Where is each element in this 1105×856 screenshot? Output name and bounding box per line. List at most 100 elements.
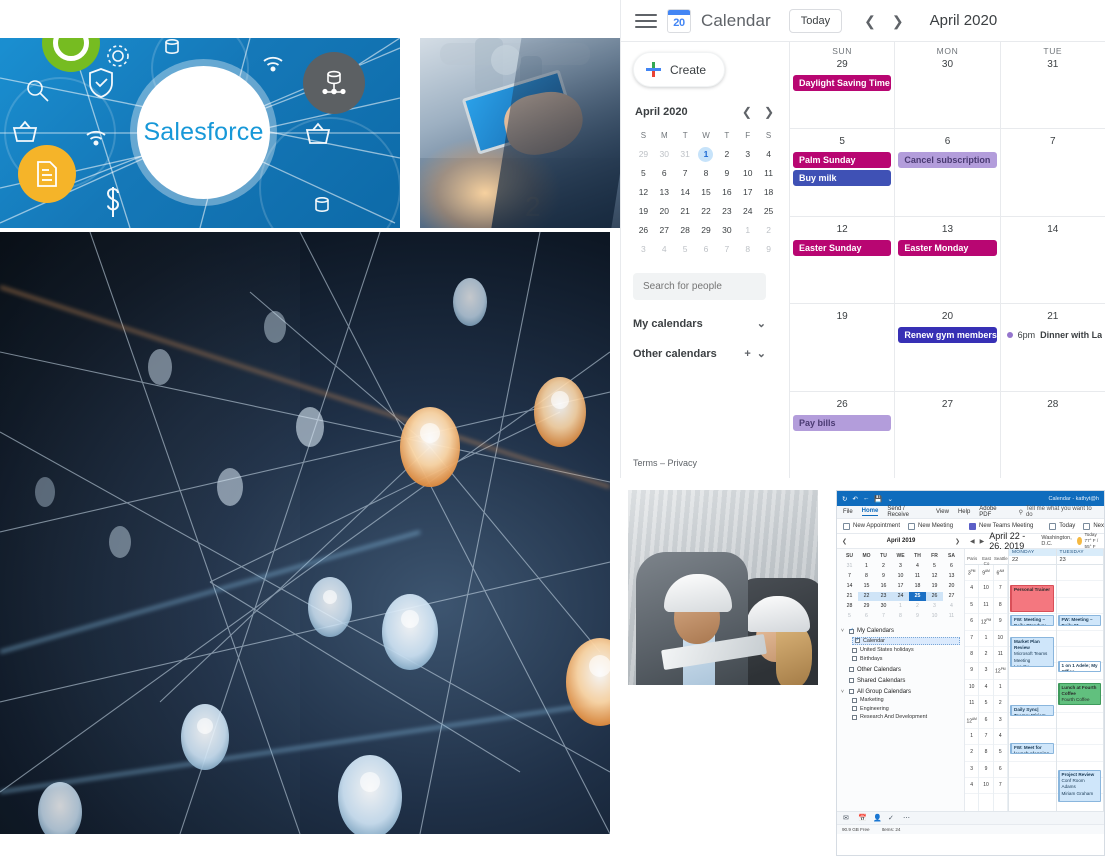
calendar-checkbox[interactable] [852, 697, 857, 703]
day-cell[interactable]: 26 Pay bills [790, 391, 896, 479]
prev-period-icon[interactable]: ◀ [970, 538, 975, 545]
calendar-event[interactable]: Easter Sunday [793, 239, 892, 256]
mini-cal-day[interactable]: 17 [737, 185, 758, 200]
time-slot[interactable] [1056, 745, 1103, 762]
day-column-header[interactable]: MONDAY 22 [1009, 549, 1057, 564]
mini-cal-day[interactable]: 11 [758, 166, 779, 181]
time-slot[interactable] [1056, 581, 1103, 598]
sync-icon[interactable]: ↻ [842, 495, 847, 503]
calendar-event[interactable]: Cancel subscription [898, 152, 997, 169]
outlook-mini-day[interactable]: 17 [892, 582, 909, 591]
calendar-checkbox[interactable] [855, 637, 860, 643]
outlook-mini-day[interactable]: 21 [841, 592, 858, 601]
time-slot[interactable] [1056, 729, 1103, 746]
time-slot[interactable] [1056, 598, 1103, 615]
day-number[interactable]: 20 [895, 311, 999, 322]
outlook-calendar-event[interactable]: Daily Sync| Teams; Miriam Graham [1010, 705, 1054, 716]
day-cell[interactable]: 7 [1001, 129, 1105, 215]
mini-cal-day[interactable]: 1 [698, 147, 714, 162]
mini-cal-day[interactable]: 14 [675, 185, 696, 200]
calendar-list-item[interactable]: Birthdays [852, 656, 960, 662]
calendar-event[interactable]: 6pm Dinner with Laura [1004, 327, 1102, 343]
outlook-mini-day[interactable]: 23 [875, 592, 892, 601]
ribbon-tab-home[interactable]: Home [861, 508, 879, 516]
previous-month-icon[interactable]: ❮ [858, 12, 882, 30]
outlook-calendar-event[interactable]: FW: Meeting – Daily Standup: Co [1010, 615, 1054, 626]
outlook-mini-day[interactable]: 22 [858, 592, 875, 601]
outlook-mini-day[interactable]: 20 [943, 582, 960, 591]
outlook-mini-day[interactable]: 1 [858, 562, 875, 571]
day-number[interactable]: 6 [895, 136, 999, 147]
chevron-down-icon[interactable]: ⌄ [754, 317, 769, 330]
mini-cal-day[interactable]: 2 [758, 223, 779, 238]
ribbon-button-new-teams-meeting[interactable]: New Teams Meeting [969, 522, 1033, 530]
day-cell[interactable]: 21 6pm Dinner with Laura [1001, 304, 1105, 390]
day-number[interactable]: 13 [895, 224, 999, 235]
mini-cal-day[interactable]: 6 [654, 166, 675, 181]
mini-cal-day[interactable]: 5 [675, 242, 696, 257]
mini-cal-day[interactable]: 8 [737, 242, 758, 257]
outlook-mini-day[interactable]: 29 [858, 602, 875, 611]
chevron-down-icon[interactable]: ˅ [841, 628, 846, 634]
calendar-event[interactable]: Daylight Saving Time start [793, 75, 892, 91]
mini-prev-month-icon[interactable]: ❮ [842, 538, 847, 545]
mini-cal-day[interactable]: 16 [716, 185, 737, 200]
day-number[interactable]: 19 [790, 311, 894, 322]
mini-cal-day[interactable]: 9 [758, 242, 779, 257]
day-cell[interactable]: SUN 29 Daylight Saving Time start [790, 42, 896, 129]
ribbon-tab-adobe-pdf[interactable]: Adobe PDF [979, 506, 1009, 518]
outlook-mini-day[interactable]: 18 [909, 582, 926, 591]
ribbon-button-next-7-days[interactable]: Next 7 Days [1083, 522, 1104, 530]
other-calendars-section[interactable]: Other calendars + ⌄ [633, 347, 769, 361]
mini-next-month-icon[interactable]: ❯ [955, 538, 960, 545]
outlook-calendar-event[interactable]: FW: Meeting – Daily St [1057, 615, 1101, 626]
outlook-calendar-event[interactable]: Market Plan Review Microsoft Teams Meetin… [1010, 637, 1054, 667]
mini-cal-day[interactable]: 5 [633, 166, 654, 181]
mini-cal-day[interactable]: 4 [758, 147, 779, 162]
mini-cal-day[interactable]: 28 [675, 223, 696, 238]
calendar-event[interactable]: Pay bills [793, 414, 892, 431]
mini-cal-day[interactable]: 26 [633, 223, 654, 238]
mini-cal-day[interactable]: 10 [737, 166, 758, 181]
calendar-icon[interactable]: 📅 [858, 814, 867, 822]
mini-cal-day[interactable]: 27 [654, 223, 675, 238]
hamburger-icon[interactable] [635, 10, 657, 32]
mini-cal-day[interactable]: 29 [696, 223, 717, 238]
calendar-group[interactable]: ˅ All Group Calendars [841, 689, 960, 695]
calendar-checkbox[interactable] [852, 656, 857, 661]
time-slot[interactable] [1056, 631, 1103, 647]
back-icon[interactable]: ← [863, 495, 870, 502]
outlook-mini-day[interactable]: 4 [943, 602, 960, 611]
calendar-group[interactable]: ˅ My Calendars [841, 627, 960, 634]
create-button[interactable]: Create [633, 52, 726, 87]
mini-cal-day[interactable]: 15 [696, 185, 717, 200]
mini-cal-day[interactable]: 24 [737, 204, 758, 219]
mini-cal-day[interactable]: 30 [716, 223, 737, 238]
mini-cal-day[interactable]: 29 [633, 147, 654, 162]
day-number[interactable]: 21 [1001, 311, 1105, 322]
day-number[interactable]: 31 [1001, 59, 1105, 70]
my-calendars-section[interactable]: My calendars ⌄ [633, 317, 769, 331]
time-slot[interactable] [1009, 778, 1056, 795]
outlook-mini-day[interactable]: 24 [892, 592, 909, 601]
mini-prev-month-icon[interactable]: ❮ [739, 105, 755, 119]
mini-cal-day[interactable]: 3 [633, 242, 654, 257]
next-month-icon[interactable]: ❯ [886, 12, 910, 30]
outlook-mini-day[interactable]: 26 [926, 592, 943, 601]
ribbon-tab-file[interactable]: File [843, 509, 853, 515]
outlook-calendar-event[interactable]: Project Review Conf Room Adams Miriam Graha… [1057, 770, 1101, 802]
tasks-icon[interactable]: ✓ [888, 814, 896, 822]
time-slot[interactable] [1056, 565, 1103, 582]
chevron-down-icon[interactable]: ˅ [841, 689, 846, 695]
day-number[interactable]: 30 [895, 59, 999, 70]
day-cell[interactable]: 14 [1001, 217, 1105, 303]
ribbon-button-new-appointment[interactable]: New Appointment [843, 522, 900, 530]
calendar-event[interactable]: Buy milk [793, 170, 892, 187]
day-number[interactable]: 14 [1001, 224, 1105, 235]
outlook-mini-day[interactable]: 11 [943, 612, 960, 621]
chevron-down-icon[interactable]: ⌄ [754, 347, 769, 360]
day-number[interactable]: 26 [790, 399, 894, 410]
day-cell[interactable]: TUE 31 [1001, 42, 1105, 128]
outlook-mini-day[interactable]: 5 [926, 562, 943, 571]
search-people-input[interactable] [633, 273, 766, 300]
